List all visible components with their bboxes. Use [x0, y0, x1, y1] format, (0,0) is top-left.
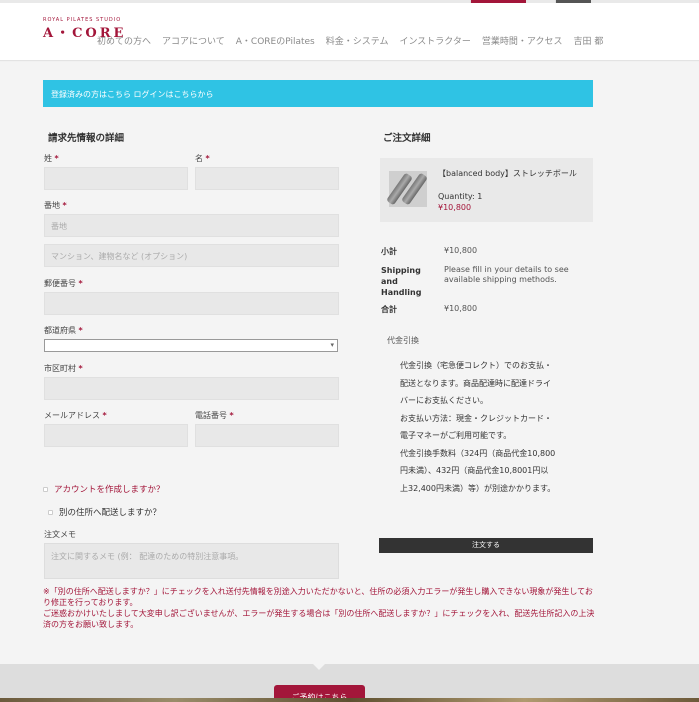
- address-label: 番地 *: [44, 201, 67, 210]
- place-order-button[interactable]: 注文する: [379, 538, 593, 553]
- city-input[interactable]: [44, 377, 339, 400]
- payment-line: 円未満）、432円（商品代金10,8001円以: [400, 466, 549, 475]
- nav-item-4[interactable]: インストラクター: [399, 34, 470, 47]
- payment-line: 代金引換手数料（324円（商品代金10,800: [400, 448, 556, 458]
- notice-line: ※「別の住所へ配送しますか？」にチェックを入れ送付先情報を別途入力いただかないと…: [43, 587, 593, 607]
- payment-description: 代金引換（宅急便コレクト）でのお支払・ 配送となります。商品配達時に配達ドライ バー…: [400, 357, 585, 497]
- postcode-input[interactable]: [44, 292, 339, 315]
- footer-notch: [313, 664, 325, 670]
- address-input[interactable]: 番地: [44, 214, 339, 237]
- product-price: ¥10,800: [438, 203, 472, 212]
- email-input[interactable]: [44, 424, 188, 447]
- nav-item-0[interactable]: 初めての方へ: [97, 34, 151, 47]
- phone-label: 電話番号 *: [195, 411, 234, 420]
- order-title: ご注文詳細: [383, 133, 431, 144]
- product-item: 【balanced body】ストレッチボール Quantity: 1 ¥10,…: [380, 158, 593, 222]
- billing-title: 請求先情報の詳細: [48, 133, 125, 144]
- payment-line: 配送となります。商品配達時に配達ドライ: [400, 378, 551, 388]
- state-label: 都道府県 *: [44, 326, 83, 335]
- last-name-input[interactable]: [44, 167, 188, 190]
- ship-different-row[interactable]: 別の住所へ配送しますか？: [48, 506, 161, 518]
- product-quantity: Quantity: 1: [438, 192, 483, 201]
- create-account-label: アカウントを作成しますか？: [54, 485, 165, 495]
- ship-different-checkbox[interactable]: [48, 509, 53, 515]
- postcode-label: 郵便番号 *: [44, 279, 83, 288]
- last-name-label: 姓 *: [44, 154, 59, 163]
- payment-line: 上32,400円未満）等）が別途かかります。: [400, 483, 556, 493]
- payment-line: バーにお支払ください。: [400, 396, 488, 405]
- payment-line: お支払い方法：現金・クレジットカード・: [400, 413, 552, 423]
- ship-different-label: 別の住所へ配送しますか？: [59, 508, 162, 518]
- total-label: 合計: [381, 305, 397, 314]
- order-notes-label: 注文メモ: [44, 530, 76, 539]
- first-name-label: 名 *: [195, 154, 210, 163]
- main-nav: 初めての方へ アコアについて A・COREのPilates 料金・システム インストラク…: [97, 34, 614, 47]
- total-value: ¥10,800: [444, 304, 478, 313]
- state-select[interactable]: ▾: [44, 339, 338, 352]
- address2-input[interactable]: マンション、建物名など (オプション): [44, 244, 339, 267]
- email-label: メールアドレス *: [44, 411, 107, 420]
- payment-method-title: 代金引換: [387, 336, 419, 345]
- nav-item-3[interactable]: 料金・システム: [326, 34, 389, 47]
- nav-item-2[interactable]: A・COREのPilates: [236, 34, 315, 47]
- nav-item-6[interactable]: 吉田 都: [573, 34, 603, 47]
- site-header: ROYAL PILATES STUDIO A・CORE 初めての方へ アコアについ…: [0, 3, 699, 61]
- city-label: 市区町村 *: [44, 364, 83, 373]
- subtotal-value: ¥10,800: [444, 246, 478, 255]
- footer: ご予約はこちら: [0, 664, 699, 702]
- checkout-warning: ※「別の住所へ配送しますか？」にチェックを入れ送付先情報を別途入力いただかないと…: [43, 586, 595, 630]
- first-name-input[interactable]: [195, 167, 339, 190]
- notice-line: ご迷惑おかけいたしまして大変申し訳ございませんが、エラーが発生する場合は「別の住…: [43, 609, 595, 629]
- create-account-row[interactable]: アカウントを作成しますか？: [43, 483, 165, 495]
- nav-item-1[interactable]: アコアについて: [162, 34, 225, 47]
- chevron-down-icon: ▾: [330, 341, 334, 349]
- payment-line: 電子マネーがご利用可能です。: [400, 431, 512, 440]
- subtotal-label: 小計: [381, 247, 397, 256]
- nav-item-5[interactable]: 営業時間・アクセス: [482, 34, 563, 47]
- login-notice-bar[interactable]: 登録済みの方はこちら ログインはこちらから: [43, 80, 593, 107]
- order-notes-textarea[interactable]: 注文に関するメモ (例： 配達のための特別注意事項。: [44, 543, 339, 579]
- product-image: [386, 171, 428, 207]
- phone-input[interactable]: [195, 424, 339, 447]
- checkout-main: 登録済みの方はこちら ログインはこちらから 請求先情報の詳細 姓 * 名 * 番…: [0, 62, 699, 664]
- shipping-label: Shipping and Handling: [381, 266, 422, 297]
- footer-photo-strip: [0, 698, 699, 702]
- product-name[interactable]: 【balanced body】ストレッチボール: [438, 169, 588, 179]
- create-account-checkbox[interactable]: [43, 486, 48, 492]
- payment-line: 代金引換（宅急便コレクト）でのお支払・: [400, 361, 552, 370]
- shipping-value: Please fill in your details to see avail…: [444, 265, 569, 284]
